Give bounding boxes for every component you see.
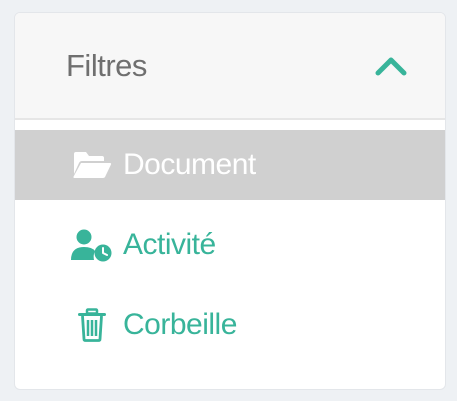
trash-icon xyxy=(67,305,117,345)
filter-item-document[interactable]: Document xyxy=(15,130,445,200)
filter-item-label: Activité xyxy=(123,228,216,261)
filter-item-corbeille[interactable]: Corbeille xyxy=(15,290,445,360)
filters-panel: Filtres Document Activité Corbeille xyxy=(14,12,446,390)
panel-title: Filtres xyxy=(66,47,147,83)
collapse-toggle-button[interactable] xyxy=(371,46,411,86)
user-clock-icon xyxy=(67,225,117,265)
chevron-up-icon xyxy=(375,57,407,75)
folder-open-icon xyxy=(67,145,117,185)
filters-panel-header[interactable]: Filtres xyxy=(15,13,445,120)
filter-item-label: Document xyxy=(123,148,256,181)
filter-item-label: Corbeille xyxy=(123,308,237,341)
filters-menu: Document Activité Corbeille xyxy=(15,130,445,360)
filter-item-activite[interactable]: Activité xyxy=(15,210,445,280)
